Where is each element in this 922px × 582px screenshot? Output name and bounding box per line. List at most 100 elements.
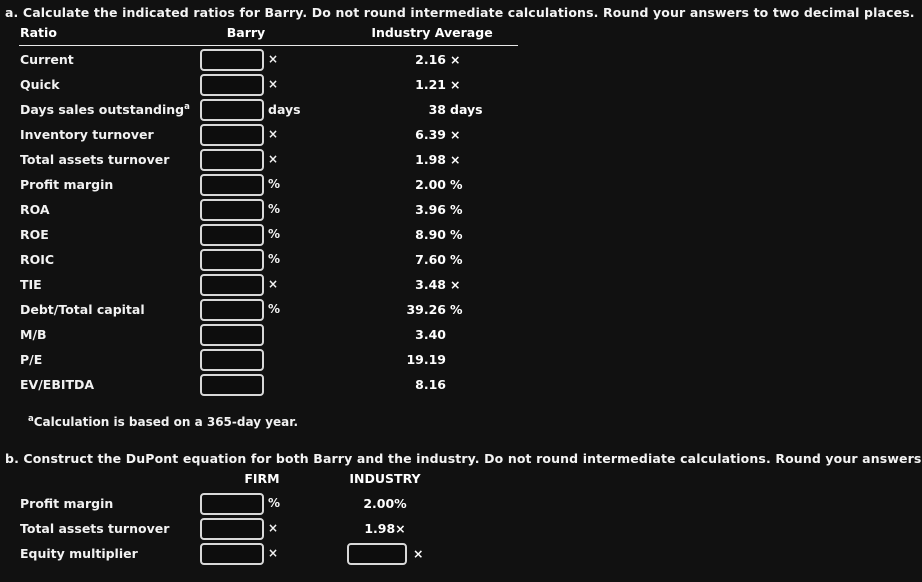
unit-label: % xyxy=(268,202,281,216)
firm-answer-input[interactable] xyxy=(200,493,264,515)
table-row: ROA% 3.96% xyxy=(0,197,560,222)
table-row: ROE% 8.90% xyxy=(0,222,560,247)
industry-average-unit: × xyxy=(450,77,461,92)
industry-average-unit: × xyxy=(450,52,461,67)
unit-label: % xyxy=(268,177,281,191)
table-row: TIE × 3.48 × xyxy=(0,272,560,297)
industry-average-value: 7.60 xyxy=(415,252,446,267)
ratio-label: ROA xyxy=(20,202,50,217)
table-row: Days sales outstandinga days 38 days xyxy=(0,97,560,122)
industry-average-value: 6.39 xyxy=(415,127,446,142)
answer-input[interactable] xyxy=(200,149,264,171)
question-a-prompt: a. Calculate the indicated ratios for Ba… xyxy=(5,5,915,20)
industry-average-value: 8.16 xyxy=(415,377,446,392)
answer-input[interactable] xyxy=(200,324,264,346)
answer-input[interactable] xyxy=(200,299,264,321)
unit-label: % xyxy=(268,227,281,241)
industry-unit-label: × xyxy=(413,546,424,561)
dupont-table-body: Profit margin% 2.00% Total assets turnover… xyxy=(0,491,560,566)
industry-average-unit: % xyxy=(450,252,463,267)
table-row: Debt/Total capital% 39.26% xyxy=(0,297,560,322)
answer-input[interactable] xyxy=(200,49,264,71)
dupont-table-header: FIRM INDUSTRY xyxy=(0,471,560,491)
ratio-label: ROE xyxy=(20,227,49,242)
industry-value: 1.98× xyxy=(364,521,406,536)
table-row: ROIC% 7.60% xyxy=(0,247,560,272)
industry-average-value: 1.98 xyxy=(415,152,446,167)
unit-label: × xyxy=(268,77,279,91)
table-row: Inventory turnover × 6.39 × xyxy=(0,122,560,147)
industry-average-unit: × xyxy=(450,127,461,142)
answer-input[interactable] xyxy=(200,174,264,196)
industry-average-value: 3.40 xyxy=(415,327,446,342)
table-row: Equity multiplier × × xyxy=(0,541,560,566)
header-divider xyxy=(19,45,518,46)
answer-input[interactable] xyxy=(200,374,264,396)
dupont-label: Equity multiplier xyxy=(20,546,138,561)
industry-average-value: 1.21 xyxy=(415,77,446,92)
firm-answer-input[interactable] xyxy=(200,518,264,540)
column-header-barry: Barry xyxy=(226,25,266,40)
industry-value: 2.00% xyxy=(363,496,407,511)
ratio-label: M/B xyxy=(20,327,47,342)
table-row: Total assets turnover × 1.98× xyxy=(0,516,560,541)
ratio-label: Quick xyxy=(20,77,60,92)
ratios-table-header: Ratio Barry Industry Average xyxy=(0,25,560,46)
ratio-label: Days sales outstandinga xyxy=(20,101,190,117)
answer-input[interactable] xyxy=(200,74,264,96)
ratio-label: ROIC xyxy=(20,252,55,267)
industry-average-value: 2.00 xyxy=(415,177,446,192)
unit-label: × xyxy=(268,52,279,66)
answer-input[interactable] xyxy=(200,224,264,246)
answer-input[interactable] xyxy=(200,124,264,146)
unit-label: × xyxy=(268,521,279,535)
industry-average-value: 8.90 xyxy=(415,227,446,242)
ratio-label: Debt/Total capital xyxy=(20,302,145,317)
answer-input[interactable] xyxy=(200,99,264,121)
unit-label: × xyxy=(268,546,279,560)
industry-average-unit: % xyxy=(450,177,463,192)
answer-input[interactable] xyxy=(200,274,264,296)
answer-input[interactable] xyxy=(200,349,264,371)
ratio-label: Profit margin xyxy=(20,177,114,192)
answer-input[interactable] xyxy=(200,249,264,271)
table-row: EV/EBITDA 8.16 xyxy=(0,372,560,397)
question-b-prompt: b. Construct the DuPont equation for bot… xyxy=(5,451,922,466)
unit-label: days xyxy=(268,102,301,117)
industry-average-value: 19.19 xyxy=(406,352,446,367)
industry-average-value: 38 xyxy=(428,102,446,117)
table-row: Quick × 1.21 × xyxy=(0,72,560,97)
industry-average-value: 2.16 xyxy=(415,52,446,67)
industry-average-value: 3.48 xyxy=(415,277,446,292)
table-row: Profit margin% 2.00% xyxy=(0,172,560,197)
ratio-label: EV/EBITDA xyxy=(20,377,95,392)
firm-answer-input[interactable] xyxy=(200,543,264,565)
table-row: P/E 19.19 xyxy=(0,347,560,372)
industry-answer-input[interactable] xyxy=(347,543,407,565)
table-row: Profit margin% 2.00% xyxy=(0,491,560,516)
industry-average-unit: days xyxy=(450,102,483,117)
answer-input[interactable] xyxy=(200,199,264,221)
table-row: M/B 3.40 xyxy=(0,322,560,347)
industry-average-unit: × xyxy=(450,152,461,167)
unit-label: % xyxy=(268,496,281,510)
ratio-label: Inventory turnover xyxy=(20,127,154,142)
industry-average-unit: % xyxy=(450,202,463,217)
footnote-marker: a xyxy=(184,101,190,112)
industry-average-value: 39.26 xyxy=(406,302,446,317)
dupont-label: Profit margin xyxy=(20,496,114,511)
ratios-table-body: Current × 2.16 × Quick × 1.21 × Days sales outst… xyxy=(0,47,560,397)
industry-average-unit: × xyxy=(450,277,461,292)
industry-average-unit: % xyxy=(450,302,463,317)
dupont-label: Total assets turnover xyxy=(20,521,170,536)
industry-average-value: 3.96 xyxy=(415,202,446,217)
unit-label: × xyxy=(268,127,279,141)
dupont-table: FIRM INDUSTRY Profit margin% 2.00% Total a… xyxy=(0,471,560,565)
table-row: Current × 2.16 × xyxy=(0,47,560,72)
column-header-industry: INDUSTRY xyxy=(349,471,421,486)
industry-average-unit: % xyxy=(450,227,463,242)
footnote-text: Calculation is based on a 365-day year. xyxy=(33,415,299,429)
column-header-industry-average: Industry Average xyxy=(371,25,493,40)
unit-label: × xyxy=(268,277,279,291)
ratios-table: Ratio Barry Industry Average Current × 2.1… xyxy=(0,25,560,396)
